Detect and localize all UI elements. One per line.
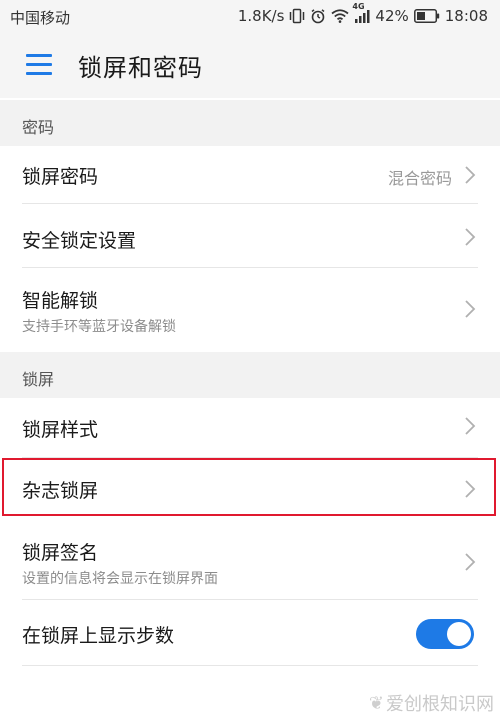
- show-steps-toggle[interactable]: [416, 619, 474, 649]
- settings-row-lock-style[interactable]: 锁屏样式: [0, 398, 500, 458]
- row-subtitle: 设置的信息将会显示在锁屏界面: [22, 571, 218, 587]
- toggle-knob: [447, 622, 471, 646]
- settings-row-lock-signature[interactable]: 锁屏签名 设置的信息将会显示在锁屏界面: [0, 520, 500, 600]
- alarm-icon: [310, 8, 326, 24]
- settings-row-security-lock[interactable]: 安全锁定设置: [0, 204, 500, 268]
- network-type-label: 4G: [352, 2, 365, 11]
- row-label: 锁屏样式: [22, 419, 99, 441]
- clock-time: 18:08: [444, 7, 488, 25]
- watermark-text: 爱创根知识网: [386, 694, 494, 715]
- menu-icon[interactable]: [26, 54, 52, 76]
- network-speed: 1.8K/s: [237, 7, 285, 25]
- section-header-label: 锁屏: [22, 370, 55, 389]
- row-label: 锁屏签名: [22, 542, 99, 564]
- battery-icon: [413, 9, 440, 23]
- cellular-signal-icon: 4G: [352, 2, 370, 23]
- row-label: 在锁屏上显示步数: [22, 625, 175, 647]
- app-bar: 锁屏和密码: [0, 32, 500, 98]
- row-label: 安全锁定设置: [22, 230, 137, 252]
- chevron-right-icon: [465, 480, 476, 498]
- settings-row-lock-password[interactable]: 锁屏密码 混合密码: [0, 146, 500, 204]
- status-bar: 中国移动 1.8K/s 4G 42% 18:08: [0, 0, 500, 32]
- page-title: 锁屏和密码: [78, 54, 203, 82]
- row-subtitle: 支持手环等蓝牙设备解锁: [22, 319, 176, 335]
- settings-row-magazine-lock[interactable]: 杂志锁屏: [0, 458, 500, 516]
- wifi-icon: [331, 9, 349, 23]
- carrier-label: 中国移动: [10, 9, 71, 27]
- chevron-right-icon: [465, 166, 476, 184]
- section-header-lockscreen: 锁屏: [0, 352, 500, 398]
- chevron-right-icon: [465, 300, 476, 318]
- section-header-label: 密码: [22, 118, 55, 137]
- settings-row-smart-unlock[interactable]: 智能解锁 支持手环等蓝牙设备解锁: [0, 268, 500, 346]
- divider: [22, 665, 478, 666]
- chevron-right-icon: [465, 553, 476, 571]
- chevron-right-icon: [465, 417, 476, 435]
- row-label: 智能解锁: [22, 290, 99, 312]
- row-value: 混合密码: [387, 169, 452, 188]
- watermark: ❦ 爱创根知识网: [369, 690, 494, 716]
- vibrate-icon: [289, 8, 305, 24]
- row-label: 杂志锁屏: [22, 480, 99, 502]
- section-header-password: 密码: [0, 100, 500, 146]
- battery-percent: 42%: [375, 7, 409, 25]
- chevron-right-icon: [465, 228, 476, 246]
- watermark-logo-icon: ❦: [368, 692, 384, 714]
- row-label: 锁屏密码: [22, 166, 99, 188]
- status-icons: 1.8K/s 4G 42% 18:08: [237, 2, 488, 27]
